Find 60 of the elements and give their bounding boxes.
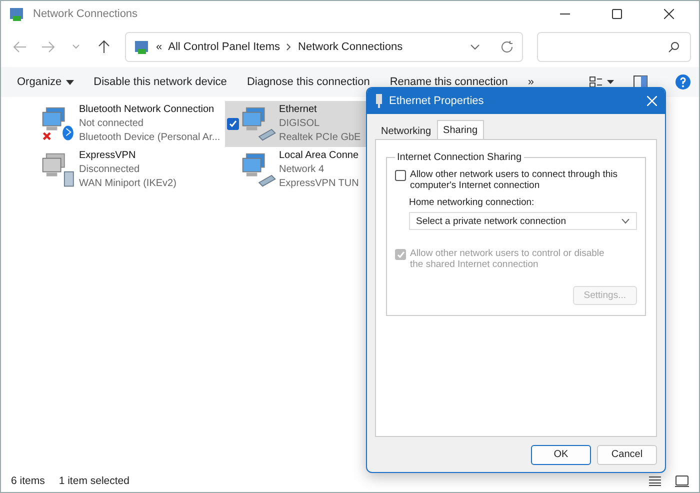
chevron-icon xyxy=(72,44,80,50)
back-arrow-icon xyxy=(13,41,27,53)
maximize-icon xyxy=(612,9,622,19)
toolbar-button[interactable]: » xyxy=(520,73,542,91)
search-icon xyxy=(668,41,680,53)
connection-status: Disconnected xyxy=(79,163,141,177)
window-title: Network Connections xyxy=(33,8,139,20)
toolbar-button[interactable]: Disable this network device xyxy=(86,73,235,91)
caret-icon xyxy=(66,80,74,84)
address-bar[interactable]: « All Control Panel Items Network Connections xyxy=(125,32,523,62)
close-icon[interactable] xyxy=(647,96,657,106)
checkbox[interactable] xyxy=(395,170,406,181)
chevron-icon xyxy=(286,43,292,51)
device-name: Bluetooth Device (Personal Ar... xyxy=(79,131,220,145)
control-panel-icon xyxy=(134,39,150,55)
item-count: 6 items xyxy=(11,475,45,487)
dialog-button[interactable]: OK xyxy=(531,444,591,464)
forward-arrow-icon xyxy=(41,41,55,53)
checkbox-label: Allow other network users to connect through this computer's Internet connection xyxy=(410,169,619,191)
network-folder-icon xyxy=(9,6,25,22)
refresh-icon[interactable] xyxy=(500,40,514,54)
checkbox-icon[interactable] xyxy=(229,120,237,128)
chevron-icon xyxy=(621,218,630,224)
overflow-chevron[interactable]: « xyxy=(156,41,162,53)
selection-count: 1 item selected xyxy=(58,475,130,487)
tab[interactable]: Sharing xyxy=(437,120,484,139)
help-icon[interactable] xyxy=(675,74,691,90)
toolbar-button[interactable]: Diagnose this connection xyxy=(238,73,378,91)
connection-name: Ethernet xyxy=(279,103,318,117)
toolbar-button[interactable]: Rename this connection xyxy=(382,73,516,91)
view-options-icon[interactable] xyxy=(589,75,615,89)
device-name: WAN Miniport (IKEv2) xyxy=(79,177,176,191)
device-name: Realtek PCIe GbE xyxy=(279,131,361,145)
adapter-icon xyxy=(375,94,383,108)
device-name: ExpressVPN TUN xyxy=(279,177,359,191)
up-arrow-icon xyxy=(98,40,110,54)
connection-status: DIGISOL xyxy=(279,117,321,131)
network-adapter-icon xyxy=(41,152,77,188)
connection-item[interactable]: ExpressVPN Disconnected WAN Miniport (IKEv2) xyxy=(25,147,225,193)
connection-item[interactable]: Bluetooth Network Connection Not connected Bluetooth Device (Personal Ar... xyxy=(25,101,225,147)
breadcrumb[interactable]: Network Connections xyxy=(298,41,403,53)
connection-status: Network 4 xyxy=(279,163,326,177)
close-icon xyxy=(664,9,674,19)
network-adapter-icon xyxy=(241,106,277,142)
group-title: Internet Connection Sharing xyxy=(396,152,523,163)
details-view-icon[interactable] xyxy=(649,476,661,486)
network-adapter-icon xyxy=(241,152,277,188)
dialog-button[interactable]: Cancel xyxy=(597,444,657,464)
checkbox-label: Allow other network users to control or disable the shared Internet connection xyxy=(410,248,606,270)
connection-name: Bluetooth Network Connection xyxy=(79,103,216,117)
network-dropdown[interactable]: Select a private network connection xyxy=(409,212,637,230)
field-label: Home networking connection: xyxy=(409,197,536,208)
dropdown-icon[interactable] xyxy=(470,44,480,50)
search-field[interactable] xyxy=(537,32,691,62)
connection-name: ExpressVPN xyxy=(79,149,137,163)
toolbar-button[interactable]: Organize xyxy=(9,73,82,91)
connection-name: Local Area Conne xyxy=(279,149,359,163)
tiles-view-icon[interactable] xyxy=(675,475,689,487)
breadcrumb[interactable]: All Control Panel Items xyxy=(168,41,280,53)
connection-status: Not connected xyxy=(79,117,144,131)
